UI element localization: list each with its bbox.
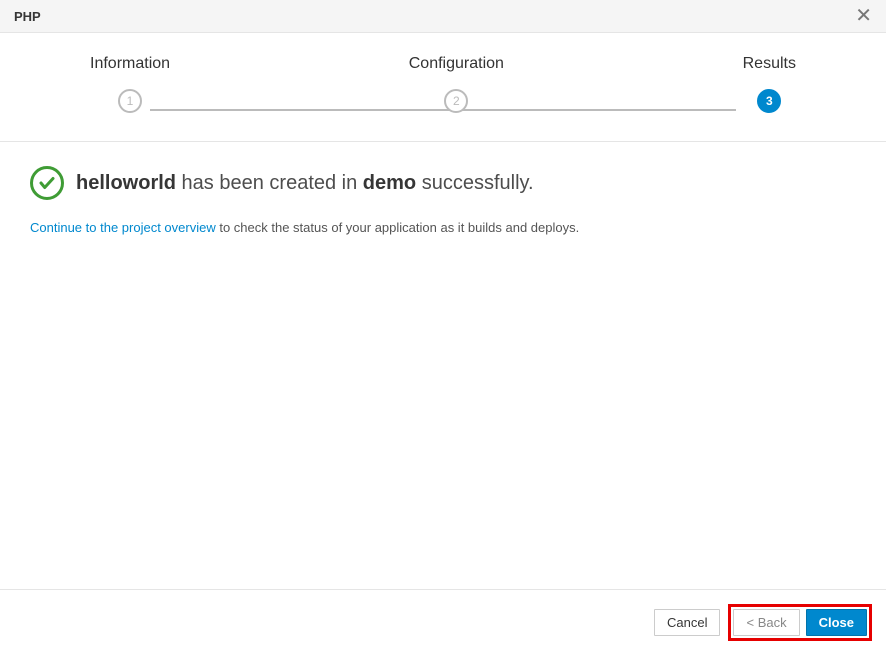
modal-footer: Cancel < Back Close [0,589,886,655]
close-button[interactable]: Close [806,609,867,636]
step-label: Information [90,55,170,73]
modal-title: PHP [14,9,41,24]
app-name: helloworld [76,172,176,194]
success-icon [30,166,64,200]
step-information[interactable]: Information 1 [90,55,170,113]
back-button[interactable]: < Back [733,609,799,636]
step-results[interactable]: Results 3 [743,55,796,113]
result-text: helloworld has been created in demo succ… [76,172,534,195]
step-circle: 1 [118,89,142,113]
result-mid2: successfully. [416,172,533,194]
step-label: Configuration [409,55,504,73]
close-icon[interactable]: ✕ [855,6,872,26]
overview-link[interactable]: Continue to the project overview [30,220,216,235]
step-circle: 2 [444,89,468,113]
cancel-button[interactable]: Cancel [654,609,720,636]
result-message-row: helloworld has been created in demo succ… [30,166,856,200]
followup-tail: to check the status of your application … [216,220,580,235]
highlight-box: < Back Close [728,604,872,641]
project-name: demo [363,172,416,194]
step-label: Results [743,55,796,73]
result-mid1: has been created in [176,172,363,194]
modal-header: PHP ✕ [0,0,886,33]
step-circle: 3 [757,89,781,113]
step-configuration[interactable]: Configuration 2 [409,55,504,113]
wizard-steps: Information 1 Configuration 2 Results 3 [0,33,886,142]
followup-text: Continue to the project overview to chec… [30,220,856,235]
content-area: helloworld has been created in demo succ… [0,142,886,259]
